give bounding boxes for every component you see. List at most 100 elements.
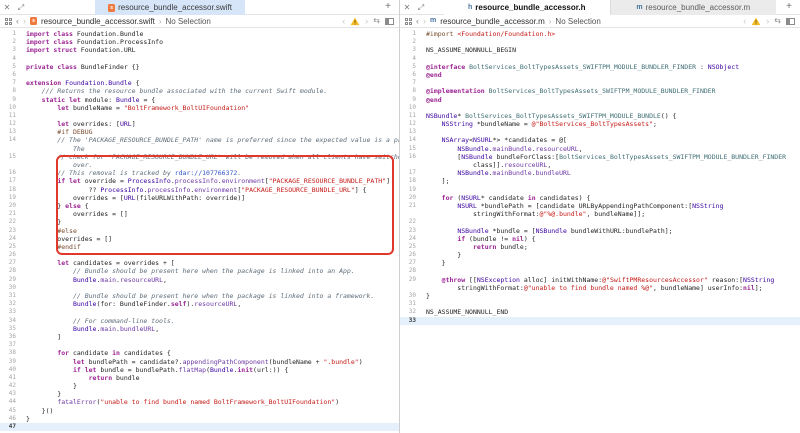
code-line[interactable]: 14 // The 'PACKAGE_RESOURCE_BUNDLE_PATH'… [0,136,399,144]
next-issue-icon[interactable]: › [365,16,368,26]
code-line[interactable]: 19 [400,186,800,194]
code-line[interactable]: 35 Bundle.main.bundleURL, [0,325,399,333]
right-code-editor[interactable]: 1#import <Foundation/Foundation.h>23NS_A… [400,28,800,433]
code-line[interactable]: 10 let bundleName = "BoltFramework_BoltU… [0,104,399,112]
code-line[interactable]: 34 // For command-line tools. [0,317,399,325]
code-line[interactable]: 9@end [400,96,800,104]
code-line[interactable]: 1#import <Foundation/Foundation.h> [400,30,800,38]
code-line[interactable]: 26 [0,251,399,259]
add-tab-button[interactable]: + [782,0,796,15]
code-line[interactable]: The [0,145,399,153]
add-tab-button[interactable]: + [381,0,395,15]
code-line[interactable]: 5@interface BoltServices_BoltTypesAssets… [400,63,800,71]
code-line[interactable]: 13 [400,128,800,136]
code-line[interactable]: 6@end [400,71,800,79]
code-line[interactable]: 11NSBundle* BoltServices_BoltTypesAssets… [400,112,800,120]
code-line[interactable]: 41 return bundle [0,374,399,382]
code-line[interactable]: 20 } else { [0,202,399,210]
code-line[interactable]: over. [0,161,399,169]
code-line[interactable]: 4 [400,55,800,63]
editor-options-icon[interactable] [385,18,394,25]
code-line[interactable]: 20 for (NSURL* candidate in candidates) … [400,194,800,202]
editor-options-icon[interactable] [786,18,795,25]
warning-icon[interactable] [350,17,360,26]
code-line[interactable]: 25 #endif [0,243,399,251]
related-items-icon[interactable] [5,18,12,25]
code-line[interactable]: 46} [0,415,399,423]
breadcrumb-selection[interactable]: No Selection [166,17,211,26]
code-line[interactable]: 6 [0,71,399,79]
code-line[interactable]: 12 let overrides: [URL] [0,120,399,128]
focus-mode-icon[interactable]: ⤢ [14,0,28,15]
code-line[interactable]: 5private class BundleFinder {} [0,63,399,71]
code-line[interactable]: 22 } [0,218,399,226]
code-line[interactable]: 40 if let bundle = bundlePath.flatMap(Bu… [0,366,399,374]
code-line[interactable]: 8 /// Returns the resource bundle associ… [0,87,399,95]
forward-button[interactable]: › [423,16,426,26]
code-line[interactable]: 27 } [400,259,800,267]
code-line[interactable]: 1import class Foundation.Bundle [0,30,399,38]
code-line[interactable]: 42 } [0,382,399,390]
code-line[interactable]: 36 ] [0,333,399,341]
code-line[interactable]: 10 [400,104,800,112]
code-line[interactable]: stringWithFormat:@"%@.bundle", bundleNam… [400,210,800,218]
breadcrumb-file[interactable]: resource_bundle_accessor.m [440,17,545,26]
code-line[interactable]: 32 Bundle(for: BundleFinder.self).resour… [0,300,399,308]
left-code-editor[interactable]: 1import class Foundation.Bundle2import c… [0,28,399,433]
close-split-icon[interactable]: ✕ [0,0,14,15]
code-line[interactable]: stringWithFormat:@"unable to find bundle… [400,284,800,292]
code-line[interactable]: 31 // Bundle should be present here when… [0,292,399,300]
code-line[interactable]: 2import class Foundation.ProcessInfo [0,38,399,46]
code-line[interactable]: 16 // This removal is tracked by rdar://… [0,169,399,177]
previous-issue-icon[interactable]: ‹ [342,16,345,26]
code-line[interactable]: 32NS_ASSUME_NONNULL_END [400,308,800,316]
previous-issue-icon[interactable]: ‹ [743,16,746,26]
code-line[interactable]: 30 [0,284,399,292]
breadcrumb-file[interactable]: resource_bundle_accessor.swift [41,17,155,26]
code-line[interactable]: 37 [0,341,399,349]
code-line[interactable]: 8@implementation BoltServices_BoltTypesA… [400,87,800,95]
back-button[interactable]: ‹ [16,16,19,26]
code-line[interactable]: 11 [0,112,399,120]
code-line[interactable]: 13 #if DEBUG [0,128,399,136]
code-line[interactable]: 25 return bundle; [400,243,800,251]
code-line[interactable]: 39 let bundlePath = candidate?.appending… [0,358,399,366]
code-line[interactable]: 29 @throw [[NSException alloc] initWithN… [400,276,800,284]
code-line[interactable]: 9 static let module: Bundle = { [0,96,399,104]
code-line[interactable]: 26 } [400,251,800,259]
related-items-icon[interactable] [405,18,412,25]
code-line[interactable]: 30} [400,292,800,300]
code-line[interactable]: 28 // Bundle should be present here when… [0,267,399,275]
code-line[interactable]: 21 NSURL *bundlePath = [candidate URLByA… [400,202,800,210]
code-line[interactable]: 18 ]; [400,177,800,185]
code-line[interactable]: 17 NSBundle.mainBundle.bundleURL [400,169,800,177]
code-line[interactable]: 33 [400,317,800,325]
code-line[interactable]: 21 overrides = [] [0,210,399,218]
breadcrumb-selection[interactable]: No Selection [555,17,600,26]
code-line[interactable]: 24 overrides = [] [0,235,399,243]
code-line[interactable]: 3import struct Foundation.URL [0,46,399,54]
warning-icon[interactable] [751,17,761,26]
code-line[interactable]: 14 NSArray<NSURL*> *candidates = @[ [400,136,800,144]
code-line[interactable]: 45 }() [0,407,399,415]
code-line[interactable]: 38 for candidate in candidates { [0,349,399,357]
code-line[interactable]: 4 [0,55,399,63]
forward-button[interactable]: › [23,16,26,26]
code-line[interactable]: 31 [400,300,800,308]
code-review-icon[interactable]: ⇆ [774,15,781,27]
code-line[interactable]: 28 [400,267,800,275]
code-line[interactable]: 29 Bundle.main.resourceURL, [0,276,399,284]
code-line[interactable]: 23 NSBundle *bundle = [NSBundle bundleWi… [400,227,800,235]
code-line[interactable]: 24 if (bundle != nil) { [400,235,800,243]
code-line[interactable]: 33 [0,308,399,316]
code-line[interactable]: 19 overrides = [URL(fileURLWithPath: ove… [0,194,399,202]
code-line[interactable]: 47 [0,423,399,431]
next-issue-icon[interactable]: › [766,16,769,26]
code-line[interactable]: 12 NSString *bundleName = @"BoltServices… [400,120,800,128]
code-line[interactable]: 3NS_ASSUME_NONNULL_BEGIN [400,46,800,54]
code-line[interactable]: 43 } [0,390,399,398]
code-review-icon[interactable]: ⇆ [373,15,380,27]
code-line[interactable]: 27 let candidates = overrides + [ [0,259,399,267]
tab-resource-bundle-accessor-swift[interactable]: s resource_bundle_accessor.swift [95,0,245,15]
code-line[interactable]: 7 [400,79,800,87]
